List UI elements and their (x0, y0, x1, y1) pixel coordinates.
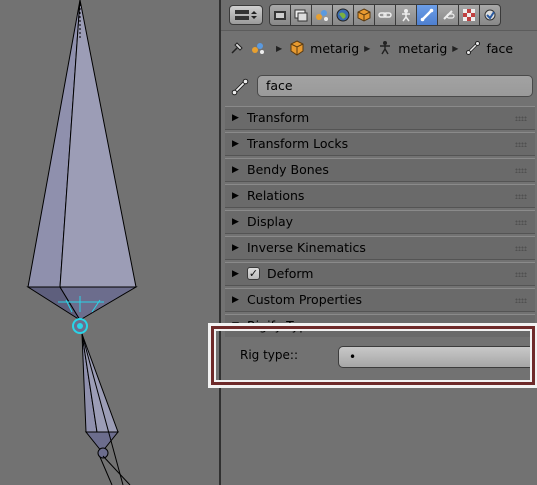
breadcrumb-separator-icon: ▶ (364, 43, 371, 53)
bone-name-field[interactable]: face (257, 75, 533, 97)
constraints-icon (378, 12, 392, 18)
tab-render[interactable] (269, 4, 291, 26)
panel-label: Relations (247, 188, 305, 203)
collapsed-arrow-icon: ▶ (232, 165, 239, 175)
panel-bendy-bones[interactable]: ▶ Bendy Bones (225, 158, 535, 182)
drag-grip-icon[interactable] (515, 246, 527, 251)
panel-label: Deform (267, 266, 314, 281)
object-icon (357, 8, 371, 22)
drag-grip-icon[interactable] (515, 142, 527, 147)
drag-grip-icon[interactable] (515, 298, 527, 303)
world-icon (336, 8, 350, 22)
tab-texture[interactable] (458, 4, 480, 26)
deform-checkbox[interactable]: ✓ (247, 267, 260, 280)
object-cube-icon (289, 40, 305, 56)
bone-icon (420, 8, 434, 22)
tab-world[interactable] (332, 4, 354, 26)
properties-editor: ▶ metarig ▶ metarig ▶ face face ▶ Transf… (221, 0, 537, 485)
breadcrumb-separator-icon: ▶ (276, 43, 283, 53)
panel-label: Rigify Type (247, 318, 315, 333)
collapsed-arrow-icon: ▶ (232, 243, 239, 253)
pin-icon[interactable] (229, 40, 245, 56)
panel-label: Bendy Bones (247, 162, 329, 177)
collapsed-arrow-icon: ▶ (232, 269, 239, 279)
scene-icon (316, 10, 328, 21)
particles-icon (484, 9, 496, 21)
panel-label: Display (247, 214, 294, 229)
render-icon (274, 11, 286, 20)
bone-constraints-icon (443, 10, 455, 20)
armature-icon (377, 40, 393, 56)
breadcrumb-armature-label: metarig (398, 40, 448, 56)
rigify-type-body: Rig type:: • (225, 337, 537, 377)
panel-custom-properties[interactable]: ▶ Custom Properties (225, 288, 535, 312)
panel-label: Custom Properties (247, 292, 363, 307)
panel-display[interactable]: ▶ Display (225, 210, 535, 234)
tab-constraints[interactable] (374, 4, 396, 26)
collapsed-arrow-icon: ▶ (232, 113, 239, 123)
breadcrumb-separator-icon: ▶ (452, 43, 459, 53)
drag-grip-icon[interactable] (515, 220, 527, 225)
bone-icon (465, 40, 481, 56)
properties-context-tabs (269, 4, 501, 26)
editor-type-icon (235, 10, 257, 20)
drag-grip-icon[interactable] (515, 116, 527, 121)
drag-grip-icon[interactable] (515, 194, 527, 199)
panel-inverse-kinematics[interactable]: ▶ Inverse Kinematics (225, 236, 535, 260)
collapsed-arrow-icon: ▶ (232, 295, 239, 305)
breadcrumb-object-label: metarig (310, 40, 360, 56)
drag-grip-icon[interactable] (515, 168, 527, 173)
tab-bone-constraints[interactable] (437, 4, 459, 26)
tab-object[interactable] (353, 4, 375, 26)
panel-label: Inverse Kinematics (247, 240, 366, 255)
panel-relations[interactable]: ▶ Relations (225, 184, 535, 208)
tab-bone[interactable] (416, 4, 438, 26)
tab-armature-data[interactable] (395, 4, 417, 26)
rig-type-dropdown[interactable]: • (338, 346, 537, 368)
tab-scene[interactable] (311, 4, 333, 26)
breadcrumb: ▶ metarig ▶ metarig ▶ face (229, 37, 513, 59)
collapsed-arrow-icon: ▶ (232, 191, 239, 201)
panel-deform[interactable]: ▶ ✓ Deform (225, 262, 535, 286)
collapsed-arrow-icon: ▶ (232, 217, 239, 227)
panel-rigify-type[interactable]: ▼ Rigify Type (225, 314, 535, 338)
texture-icon (463, 9, 475, 21)
3d-viewport[interactable] (0, 0, 219, 485)
panel-label: Transform Locks (247, 136, 349, 151)
expanded-arrow-icon: ▼ (232, 321, 239, 331)
rig-type-label: Rig type:: (240, 348, 298, 362)
armature-data-icon (402, 9, 410, 22)
bone-icon (231, 78, 249, 100)
breadcrumb-bone-label: face (486, 40, 514, 56)
tab-particles[interactable] (479, 4, 501, 26)
panel-transform[interactable]: ▶ Transform (225, 106, 535, 130)
panel-label: Transform (247, 110, 310, 125)
tab-render-layers[interactable] (290, 4, 312, 26)
armature-bones-drawing[interactable] (0, 0, 219, 485)
collapsed-arrow-icon: ▶ (232, 139, 239, 149)
scene-icon (250, 40, 266, 56)
editor-type-button[interactable] (229, 5, 263, 25)
panel-transform-locks[interactable]: ▶ Transform Locks (225, 132, 535, 156)
drag-grip-icon[interactable] (515, 272, 527, 277)
render-layers-icon (294, 9, 308, 22)
